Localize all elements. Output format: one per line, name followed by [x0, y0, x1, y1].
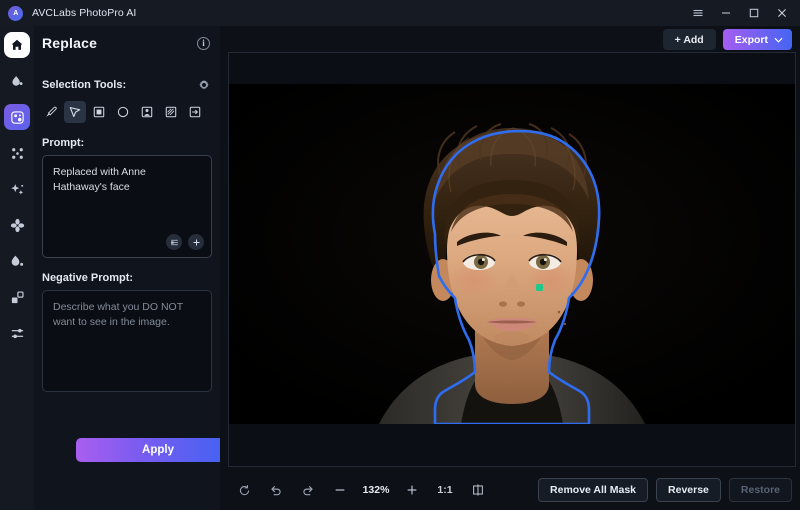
compare-split-icon[interactable] — [462, 478, 494, 502]
canvas-bottom-bar: 132% 1:1 Remove All Mask Reverse Restore — [220, 470, 800, 510]
selection-tools-label: Selection Tools: — [42, 79, 127, 91]
ellipse-select-tool[interactable] — [112, 101, 134, 123]
import-mask-tool[interactable] — [184, 101, 206, 123]
title-bar: A AVCLabs PhotoPro AI — [0, 0, 800, 26]
app-title: AVCLabs PhotoPro AI — [32, 7, 137, 19]
app-logo-icon: A — [8, 5, 23, 21]
menu-icon[interactable] — [684, 0, 712, 26]
sidebar-rail — [0, 26, 34, 510]
restore-button: Restore — [728, 478, 792, 502]
mask-actions: Remove All Mask Reverse Restore — [538, 478, 792, 502]
prompt-value: Replaced with Anne Hathaway's face — [53, 166, 146, 193]
selection-point-marker — [536, 284, 543, 291]
maximize-icon[interactable] — [740, 0, 768, 26]
background-select-tool[interactable] — [160, 101, 182, 123]
redo-icon[interactable] — [292, 478, 324, 502]
prompt-templates-icon[interactable] — [166, 234, 182, 250]
export-button[interactable]: Export — [722, 29, 792, 50]
remove-all-mask-button[interactable]: Remove All Mask — [538, 478, 649, 502]
stage-toolbar: + Add Export — [662, 29, 792, 50]
prompt-label: Prompt: — [42, 137, 85, 149]
sidebar-item-adjust[interactable] — [4, 320, 30, 346]
photo-image[interactable] — [229, 84, 795, 424]
image-canvas[interactable] — [228, 52, 796, 467]
brush-tool[interactable] — [40, 101, 62, 123]
negative-prompt-placeholder: Describe what you DO NOT want to see in … — [53, 301, 183, 328]
sidebar-item-enhance[interactable] — [4, 176, 30, 202]
sidebar-item-remove-object[interactable] — [4, 212, 30, 238]
subject-select-tool[interactable] — [136, 101, 158, 123]
app-logo-letter: A — [13, 9, 18, 17]
rectangle-select-tool[interactable] — [88, 101, 110, 123]
export-button-label: Export — [734, 33, 768, 46]
application-window: A AVCLabs PhotoPro AI Replace i Selectio… — [0, 0, 800, 510]
zoom-level[interactable]: 132% — [356, 484, 396, 496]
sidebar-item-upscale[interactable] — [4, 284, 30, 310]
apply-button[interactable]: Apply — [76, 438, 240, 462]
zoom-in-icon[interactable] — [396, 478, 428, 502]
sidebar-item-expand[interactable] — [4, 140, 30, 166]
info-icon[interactable]: i — [197, 36, 210, 50]
negative-prompt-input[interactable]: Describe what you DO NOT want to see in … — [42, 290, 212, 392]
gear-icon[interactable] — [198, 79, 210, 91]
reset-icon[interactable] — [228, 478, 260, 502]
close-icon[interactable] — [768, 0, 796, 26]
minimize-icon[interactable] — [712, 0, 740, 26]
actual-size-button[interactable]: 1:1 — [428, 484, 462, 496]
panel-header: Replace i — [34, 26, 220, 60]
negative-prompt-label: Negative Prompt: — [42, 272, 134, 284]
sidebar-item-home[interactable] — [4, 32, 30, 58]
sidebar-item-colorize[interactable] — [4, 248, 30, 274]
prompt-actions — [166, 234, 204, 250]
sidebar-item-retouch[interactable] — [4, 68, 30, 94]
cursor-select-tool[interactable] — [64, 101, 86, 123]
zoom-out-icon[interactable] — [324, 478, 356, 502]
tool-panel: Replace i Selection Tools: Prompt: Repla… — [34, 26, 240, 510]
prompt-input[interactable]: Replaced with Anne Hathaway's face — [42, 155, 212, 258]
sidebar-item-replace[interactable] — [4, 104, 30, 130]
reverse-button[interactable]: Reverse — [656, 478, 721, 502]
portrait-photo — [229, 84, 795, 424]
zoom-controls: 132% 1:1 — [228, 478, 494, 502]
page-title: Replace — [42, 35, 98, 51]
selection-tools-row — [34, 101, 220, 123]
selection-tools-header: Selection Tools: — [34, 74, 220, 96]
add-button[interactable]: + Add — [662, 29, 716, 50]
chevron-down-icon — [774, 37, 783, 43]
editor-stage: + Add Export 132% 1:1 Remove All Mask Re… — [220, 26, 800, 510]
undo-icon[interactable] — [260, 478, 292, 502]
prompt-add-icon[interactable] — [188, 234, 204, 250]
window-controls — [684, 0, 800, 26]
